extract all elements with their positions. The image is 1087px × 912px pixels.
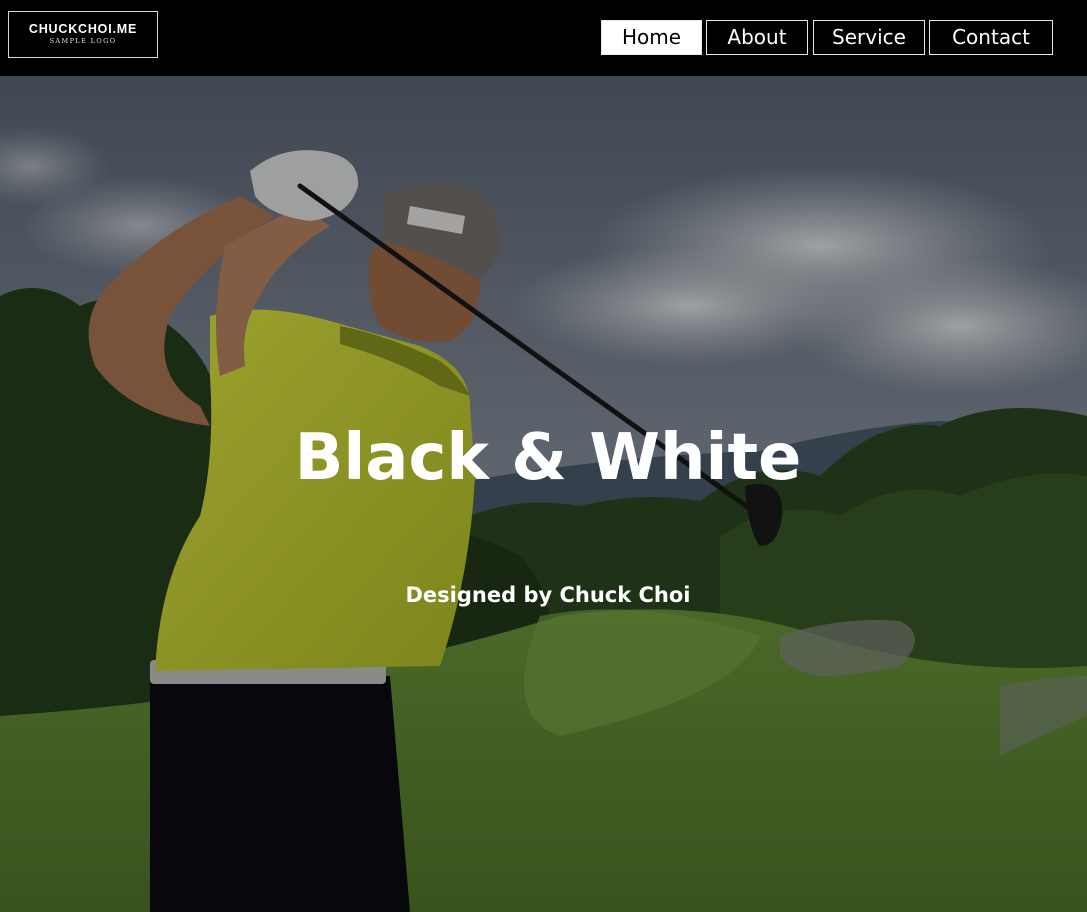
logo-title: CHUCKCHOI.ME bbox=[28, 22, 138, 36]
site-header: CHUCKCHOI.ME SAMPLE LOGO Home About Serv… bbox=[0, 0, 1087, 76]
logo-subtitle: SAMPLE LOGO bbox=[49, 37, 117, 45]
nav-contact-link[interactable]: Contact bbox=[929, 20, 1053, 55]
hero-subtitle: Designed by Chuck Choi bbox=[405, 583, 691, 607]
nav-about-link[interactable]: About bbox=[706, 20, 808, 55]
hero-title: Black & White bbox=[294, 421, 802, 495]
hero-section: Black & White Designed by Chuck Choi bbox=[0, 76, 1087, 912]
nav-home-link[interactable]: Home bbox=[601, 20, 702, 55]
nav-service-link[interactable]: Service bbox=[813, 20, 925, 55]
site-logo[interactable]: CHUCKCHOI.ME SAMPLE LOGO bbox=[8, 11, 158, 58]
